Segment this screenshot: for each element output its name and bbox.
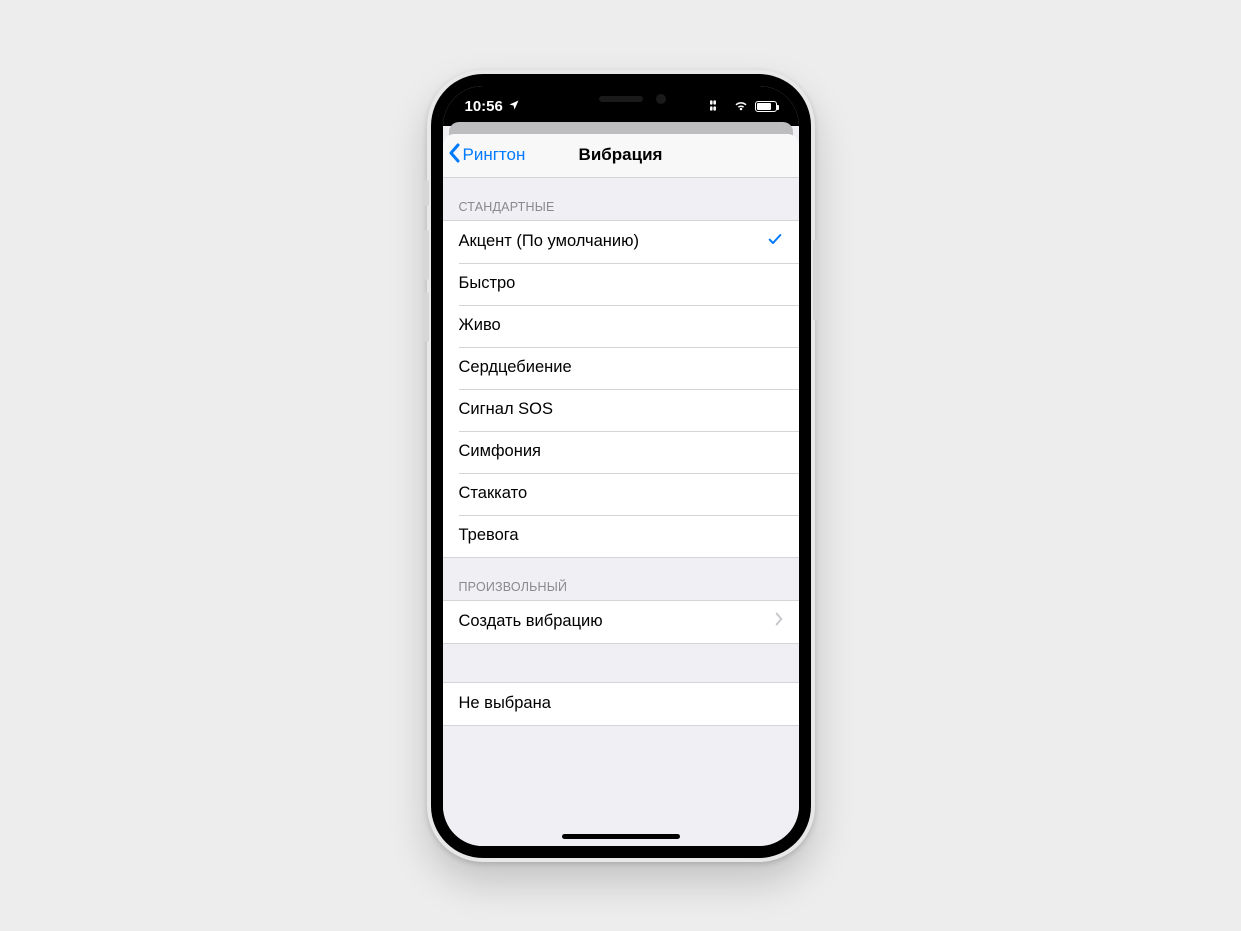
location-icon bbox=[508, 98, 520, 115]
section-header-custom: ПРОИЗВОЛЬНЫЙ bbox=[443, 558, 799, 600]
vibration-none-row[interactable]: Не выбрана bbox=[443, 683, 799, 725]
modal-sheet: Рингтон Вибрация СТАНДАРТНЫЕ Акцент (По … bbox=[443, 134, 799, 846]
group-none: Не выбрана bbox=[443, 682, 799, 726]
group-custom: Создать вибрацию bbox=[443, 600, 799, 644]
notch bbox=[536, 86, 706, 112]
option-label: Быстро bbox=[459, 274, 516, 293]
vibration-option[interactable]: Акцент (По умолчанию) bbox=[443, 221, 799, 263]
create-vibration-label: Создать вибрацию bbox=[459, 612, 603, 631]
vibration-option[interactable]: Тревога bbox=[443, 515, 799, 557]
volume-down-button[interactable] bbox=[424, 292, 429, 342]
cellular-icon bbox=[710, 98, 727, 115]
screen: 10:56 bbox=[443, 86, 799, 846]
speaker-grille bbox=[599, 96, 643, 102]
power-button[interactable] bbox=[813, 240, 818, 320]
vibration-option[interactable]: Сигнал SOS bbox=[443, 389, 799, 431]
battery-icon bbox=[755, 101, 777, 112]
option-label: Живо bbox=[459, 316, 501, 335]
option-label: Акцент (По умолчанию) bbox=[459, 232, 640, 251]
home-indicator[interactable] bbox=[562, 834, 680, 839]
option-label: Сердцебиение bbox=[459, 358, 572, 377]
front-camera bbox=[656, 94, 666, 104]
create-vibration-row[interactable]: Создать вибрацию bbox=[443, 601, 799, 643]
chevron-left-icon bbox=[449, 143, 461, 168]
option-label: Тревога bbox=[459, 526, 519, 545]
option-label: Сигнал SOS bbox=[459, 400, 554, 419]
option-label: Симфония bbox=[459, 442, 542, 461]
section-header-standard: СТАНДАРТНЫЕ bbox=[443, 178, 799, 220]
status-time: 10:56 bbox=[465, 98, 503, 115]
mute-switch[interactable] bbox=[424, 180, 429, 206]
phone-bezel: 10:56 bbox=[431, 74, 811, 858]
checkmark-icon bbox=[767, 231, 783, 252]
vibration-option[interactable]: Сердцебиение bbox=[443, 347, 799, 389]
chevron-right-icon bbox=[775, 612, 783, 631]
content-scroll[interactable]: СТАНДАРТНЫЕ Акцент (По умолчанию) Быстро bbox=[443, 178, 799, 846]
wifi-icon bbox=[733, 98, 749, 115]
nav-bar: Рингтон Вибрация bbox=[443, 134, 799, 178]
back-button[interactable]: Рингтон bbox=[449, 143, 526, 168]
vibration-option[interactable]: Живо bbox=[443, 305, 799, 347]
section-gap bbox=[443, 644, 799, 682]
group-standard: Акцент (По умолчанию) Быстро Живо bbox=[443, 220, 799, 558]
volume-up-button[interactable] bbox=[424, 230, 429, 280]
vibration-option[interactable]: Быстро bbox=[443, 263, 799, 305]
option-label: Стаккато bbox=[459, 484, 528, 503]
back-label: Рингтон bbox=[463, 145, 526, 165]
none-label: Не выбрана bbox=[459, 694, 551, 713]
vibration-option[interactable]: Стаккато bbox=[443, 473, 799, 515]
phone-frame: 10:56 bbox=[427, 70, 815, 862]
vibration-option[interactable]: Симфония bbox=[443, 431, 799, 473]
